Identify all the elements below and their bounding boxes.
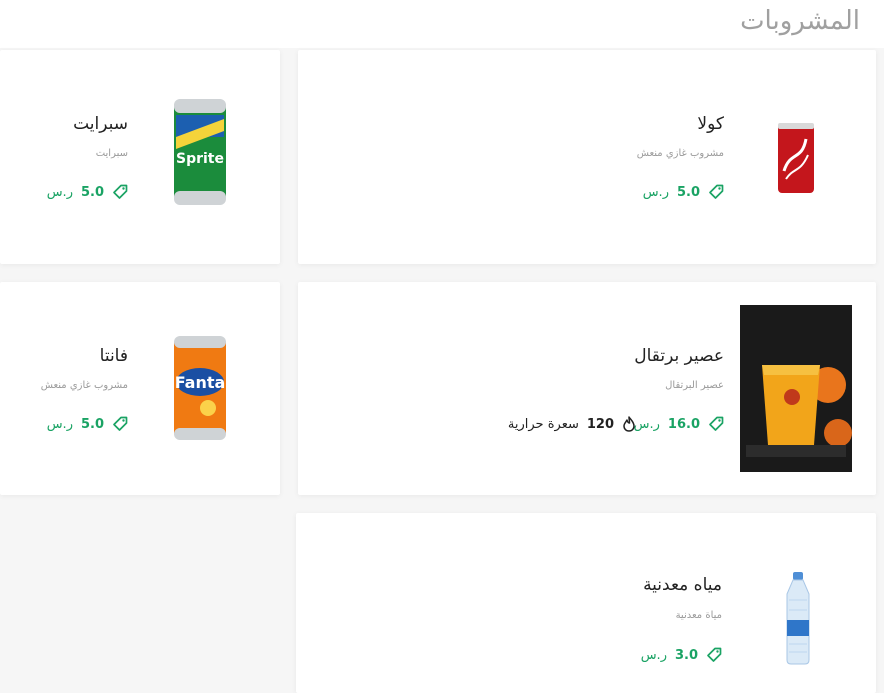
menu-item-card[interactable]: Sprite سبرايت سبرايت ر.س 5.0 [0, 50, 280, 264]
sprite-can-image: Sprite [168, 96, 232, 208]
orange-juice-image [740, 305, 852, 472]
item-description: سبرايت [95, 148, 128, 159]
section-title: المشروبات [740, 6, 860, 36]
item-description: مشروب غازي منعش [40, 380, 128, 391]
water-bottle-image [774, 569, 822, 667]
price-tag-icon [709, 416, 724, 431]
item-name: سبرايت [73, 114, 128, 134]
price-tag-icon [113, 416, 128, 431]
price-tag-icon [113, 184, 128, 199]
menu-item-card[interactable]: عصير برتقال عصير البرتقال ر.س 16.0 سعرة … [298, 282, 876, 495]
calories-value: 120 [586, 416, 614, 432]
currency-label: ر.س [46, 416, 73, 432]
price-value: 5.0 [80, 416, 104, 432]
price-value: 5.0 [80, 184, 104, 200]
price-value: 3.0 [674, 647, 698, 663]
currency-label: ر.س [46, 184, 73, 200]
currency-label: ر.س [633, 416, 660, 432]
menu-item-card[interactable]: Fanta فانتا مشروب غازي منعش ر.س 5.0 [0, 282, 280, 495]
item-price: ر.س 3.0 [641, 647, 722, 663]
svg-text:Fanta: Fanta [175, 373, 226, 392]
fanta-can-image: Fanta [168, 332, 232, 444]
item-name: كولا [697, 114, 724, 134]
item-price: ر.س 5.0 [47, 184, 128, 200]
price-value: 5.0 [676, 184, 700, 200]
price-tag-icon [709, 184, 724, 199]
price-value: 16.0 [667, 416, 700, 432]
item-description: عصير البرتقال [665, 380, 724, 391]
price-tag-icon [707, 647, 722, 662]
item-name: مياه معدنية [643, 575, 722, 595]
item-name: فانتا [99, 346, 128, 366]
menu-item-card[interactable]: مياه معدنية مياة معدنية ر.س 3.0 [296, 513, 876, 693]
flame-icon [623, 416, 635, 432]
item-description: مشروب غازي منعش [636, 148, 724, 159]
item-calories: سعرة حرارية 120 [508, 416, 636, 432]
item-price: ر.س 16.0 [634, 416, 724, 432]
item-name: عصير برتقال [634, 346, 724, 366]
calories-label: سعرة حرارية [507, 416, 579, 432]
item-price: ر.س 5.0 [47, 416, 128, 432]
item-description: مياة معدنية [675, 610, 722, 621]
currency-label: ر.س [642, 184, 669, 200]
cola-can-image [768, 120, 824, 196]
menu-item-card[interactable]: كولا مشروب غازي منعش ر.س 5.0 [298, 50, 876, 264]
currency-label: ر.س [640, 647, 667, 663]
item-price: ر.س 5.0 [643, 184, 724, 200]
svg-text:Sprite: Sprite [176, 151, 224, 167]
